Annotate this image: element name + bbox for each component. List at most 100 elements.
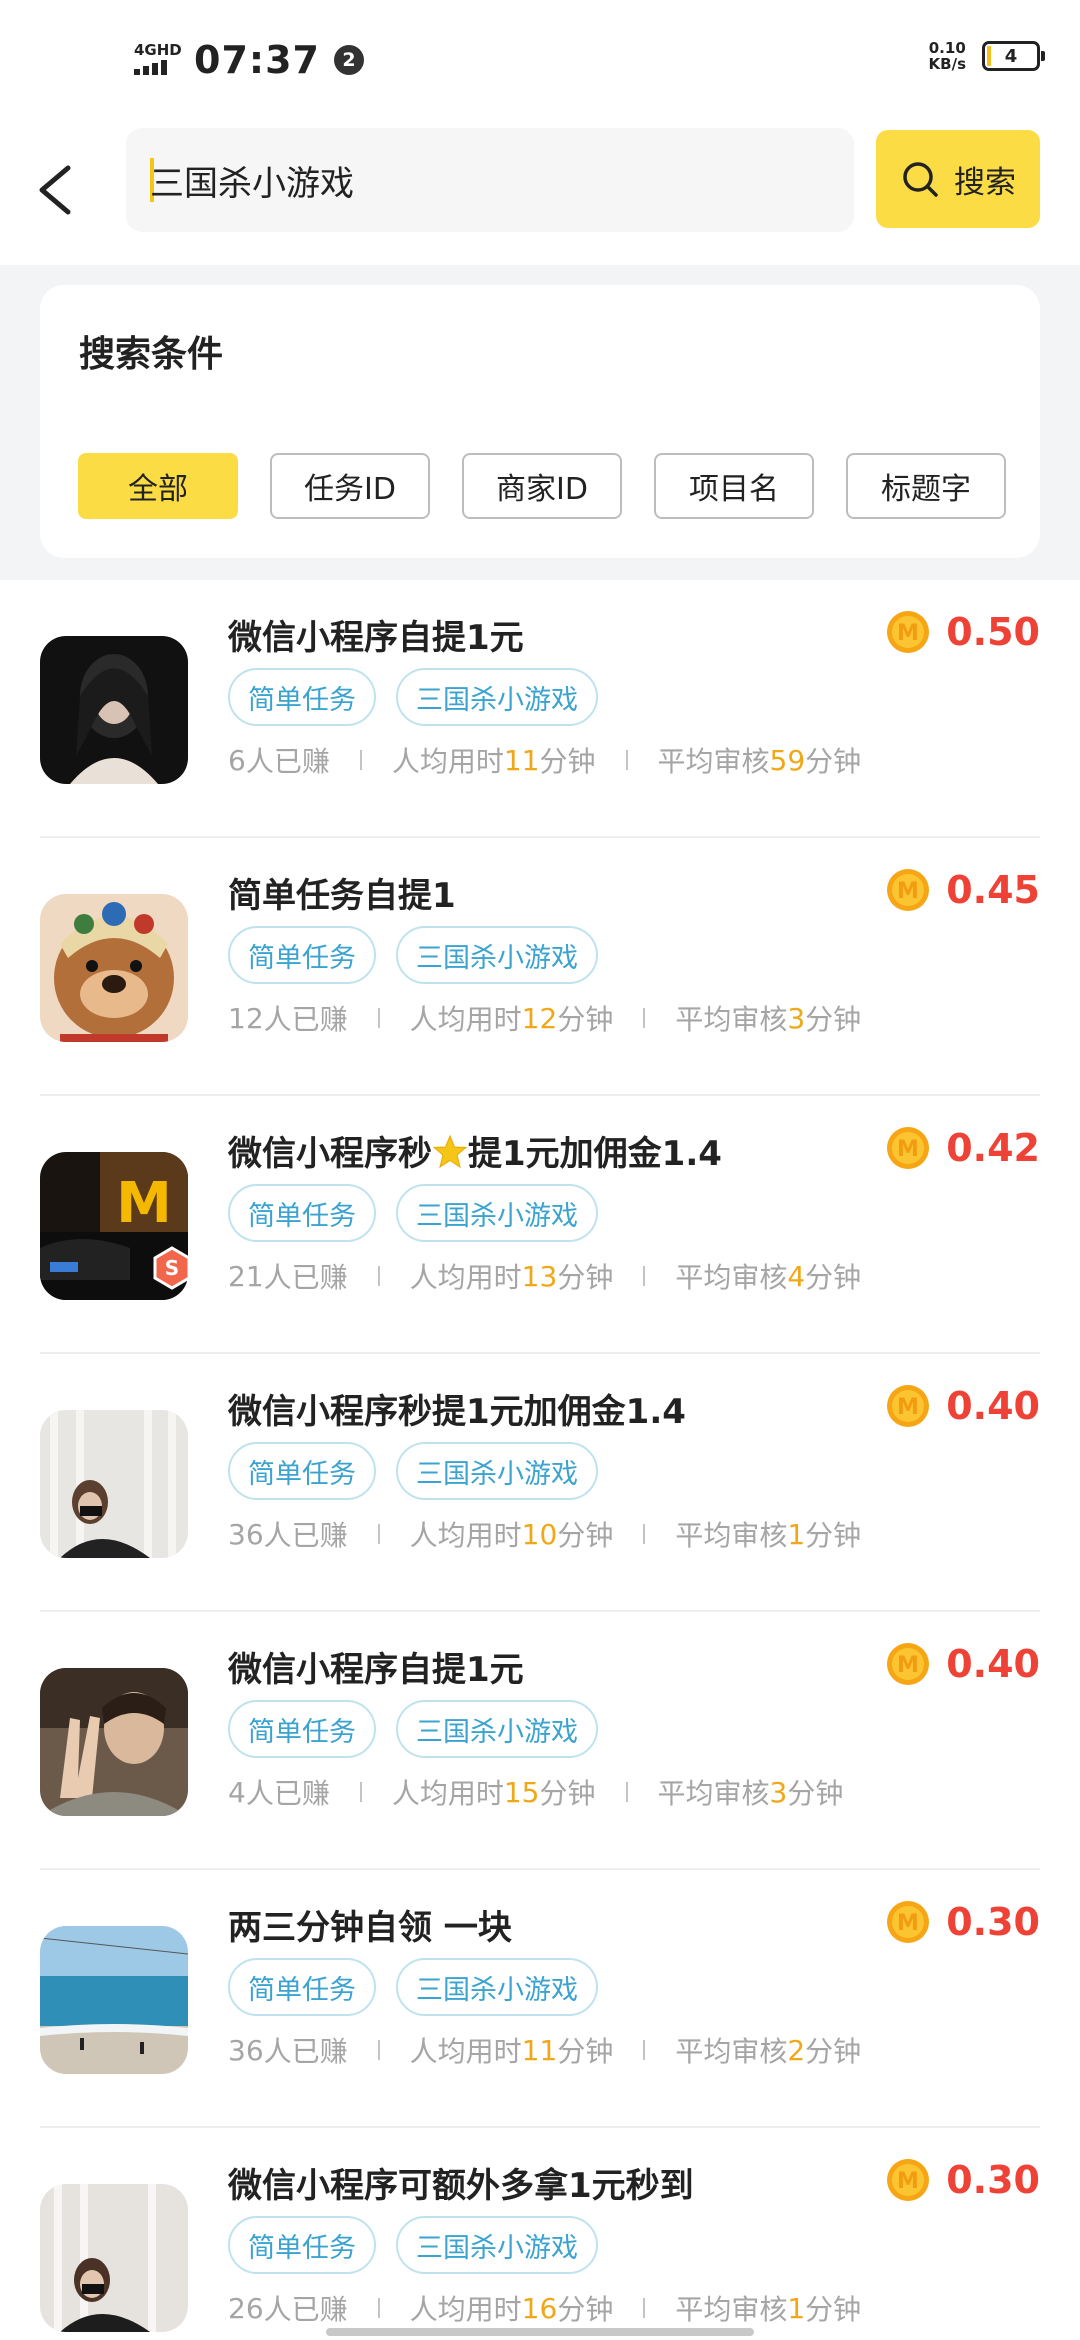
avg-time-label: 人均用时 bbox=[409, 1003, 522, 1036]
coin-icon: M bbox=[887, 1127, 930, 1169]
task-tags: 简单任务 三国杀小游戏 bbox=[228, 926, 598, 984]
earned-count: 26 bbox=[228, 2291, 264, 2325]
task-item[interactable]: 微信小程序自提1元 简单任务 三国杀小游戏 4 人已赚 人均用时 15 分钟 平均审核… bbox=[0, 1612, 1080, 1870]
avg-review-unit: 分钟 bbox=[787, 1777, 844, 1810]
avg-time-unit: 分钟 bbox=[539, 745, 596, 778]
battery-icon: 4 bbox=[982, 41, 1045, 71]
task-stats: 6 人已赚 人均用时 11 分钟 平均审核 59 分钟 bbox=[228, 740, 861, 780]
filter-card: 搜索条件 全部 任务ID 商家ID 项目名 标题字 bbox=[40, 285, 1040, 558]
avg-time-value: 16 bbox=[521, 2291, 558, 2325]
task-title-part1: 微信小程序秒 bbox=[228, 1134, 432, 1174]
task-item[interactable]: 简单任务自提1 简单任务 三国杀小游戏 12 人已赚 人均用时 12 分钟 平均审核 3… bbox=[0, 838, 1080, 1096]
status-right: 0.10 KB/s 4 bbox=[929, 40, 1045, 72]
notification-badge: 2 bbox=[333, 45, 364, 75]
stats-divider bbox=[625, 750, 628, 770]
tag-project: 三国杀小游戏 bbox=[396, 1958, 598, 2016]
task-thumbnail bbox=[40, 636, 188, 784]
tag-task-type: 简单任务 bbox=[228, 1184, 376, 1242]
search-header: 三国杀小游戏 搜索 bbox=[0, 120, 1080, 265]
svg-text:M: M bbox=[897, 621, 919, 646]
filter-chip-project-name[interactable]: 项目名 bbox=[654, 453, 814, 519]
coin-icon: M bbox=[887, 1901, 930, 1943]
tag-task-type: 简单任务 bbox=[228, 1442, 376, 1500]
avg-review-unit: 分钟 bbox=[805, 2035, 862, 2068]
stats-divider bbox=[359, 750, 362, 770]
tag-task-type: 简单任务 bbox=[228, 926, 376, 984]
search-input[interactable]: 三国杀小游戏 bbox=[126, 128, 854, 232]
task-reward: M 0.42 bbox=[886, 1126, 1040, 1170]
task-item[interactable]: 两三分钟自领 一块 简单任务 三国杀小游戏 36 人已赚 人均用时 11 分钟 平均审… bbox=[0, 1870, 1080, 2128]
coin-icon: M bbox=[887, 1385, 930, 1427]
task-item[interactable]: 微信小程序可额外多拿1元秒到 简单任务 三国杀小游戏 26 人已赚 人均用时 16 分… bbox=[0, 2128, 1080, 2340]
earned-count: 21 bbox=[228, 1259, 264, 1293]
coin-icon: M bbox=[887, 869, 930, 911]
avg-time-unit: 分钟 bbox=[557, 2293, 614, 2326]
stats-divider bbox=[643, 2298, 646, 2318]
avg-time-label: 人均用时 bbox=[409, 1519, 522, 1552]
task-reward: M 0.50 bbox=[886, 610, 1040, 654]
filter-chip-title-word[interactable]: 标题字 bbox=[846, 453, 1006, 519]
earned-label: 人已赚 bbox=[263, 2293, 348, 2326]
svg-text:M: M bbox=[897, 1911, 919, 1936]
reward-amount: 0.40 bbox=[946, 1642, 1040, 1686]
back-button[interactable] bbox=[28, 150, 88, 230]
task-reward: M 0.45 bbox=[886, 868, 1040, 912]
tag-project: 三国杀小游戏 bbox=[396, 2216, 598, 2274]
network-type: 4GHD bbox=[134, 41, 182, 59]
task-thumbnail bbox=[40, 894, 188, 1042]
task-thumbnail bbox=[40, 1668, 188, 1816]
avg-review-label: 平均审核 bbox=[675, 2293, 788, 2326]
svg-text:S: S bbox=[165, 1256, 179, 1280]
avg-review-unit: 分钟 bbox=[805, 1519, 862, 1552]
home-indicator[interactable] bbox=[326, 2328, 754, 2336]
filter-section: 搜索条件 全部 任务ID 商家ID 项目名 标题字 bbox=[0, 265, 1080, 580]
task-item[interactable]: M S 微信小程序秒 提1元加佣金1.4 简单任务 三国杀小游戏 21 人已赚 人均… bbox=[0, 1096, 1080, 1354]
avg-review-label: 平均审核 bbox=[675, 1003, 788, 1036]
search-button[interactable]: 搜索 bbox=[876, 130, 1040, 228]
filter-chips: 全部 任务ID 商家ID 项目名 标题字 bbox=[78, 453, 1006, 519]
avg-time-value: 10 bbox=[521, 1517, 558, 1551]
stats-divider bbox=[377, 1008, 380, 1028]
earned-label: 人已赚 bbox=[263, 2035, 348, 2068]
task-tags: 简单任务 三国杀小游戏 bbox=[228, 1184, 598, 1242]
avg-time-label: 人均用时 bbox=[409, 2035, 522, 2068]
earned-count: 36 bbox=[228, 1517, 264, 1551]
status-bar: 4GHD 07:37 2 0.10 KB/s 4 bbox=[0, 0, 1080, 120]
earned-count: 4 bbox=[228, 1775, 246, 1809]
search-icon bbox=[903, 162, 938, 197]
coin-icon: M bbox=[887, 1643, 930, 1685]
tag-project: 三国杀小游戏 bbox=[396, 926, 598, 984]
network-signal-icon: 4GHD bbox=[134, 42, 184, 78]
task-reward: M 0.40 bbox=[886, 1642, 1040, 1686]
filter-chip-merchant-id[interactable]: 商家ID bbox=[462, 453, 622, 519]
avg-time-unit: 分钟 bbox=[557, 1003, 614, 1036]
task-title: 微信小程序自提1元 bbox=[228, 1650, 524, 1690]
tag-project: 三国杀小游戏 bbox=[396, 1184, 598, 1242]
task-tags: 简单任务 三国杀小游戏 bbox=[228, 2216, 598, 2274]
reward-amount: 0.50 bbox=[946, 610, 1040, 654]
earned-label: 人已赚 bbox=[263, 1261, 348, 1294]
task-item[interactable]: 微信小程序自提1元 简单任务 三国杀小游戏 6 人已赚 人均用时 11 分钟 平均审核… bbox=[0, 580, 1080, 838]
earned-label: 人已赚 bbox=[245, 745, 330, 778]
earned-label: 人已赚 bbox=[263, 1003, 348, 1036]
task-stats: 26 人已赚 人均用时 16 分钟 平均审核 1 分钟 bbox=[228, 2288, 861, 2328]
tag-project: 三国杀小游戏 bbox=[396, 1442, 598, 1500]
task-stats: 12 人已赚 人均用时 12 分钟 平均审核 3 分钟 bbox=[228, 998, 861, 1038]
filter-chip-all[interactable]: 全部 bbox=[78, 453, 238, 519]
avg-review-value: 4 bbox=[787, 1259, 806, 1293]
battery-level: 4 bbox=[1004, 45, 1018, 67]
task-stats: 4 人已赚 人均用时 15 分钟 平均审核 3 分钟 bbox=[228, 1772, 843, 1812]
filter-chip-task-id[interactable]: 任务ID bbox=[270, 453, 430, 519]
task-title-part2: 提1元加佣金1.4 bbox=[468, 1134, 722, 1174]
chevron-left-icon bbox=[39, 165, 71, 215]
task-thumbnail bbox=[40, 2184, 188, 2332]
avg-time-value: 15 bbox=[503, 1775, 540, 1809]
task-thumbnail bbox=[40, 1410, 188, 1558]
earned-count: 12 bbox=[228, 1001, 264, 1035]
task-item[interactable]: 微信小程序秒提1元加佣金1.4 简单任务 三国杀小游戏 36 人已赚 人均用时 10… bbox=[0, 1354, 1080, 1612]
stats-divider bbox=[359, 1782, 362, 1802]
svg-text:M: M bbox=[897, 1653, 919, 1678]
earned-count: 36 bbox=[228, 2033, 264, 2067]
avg-review-value: 3 bbox=[769, 1775, 788, 1809]
avg-review-label: 平均审核 bbox=[675, 1519, 788, 1552]
